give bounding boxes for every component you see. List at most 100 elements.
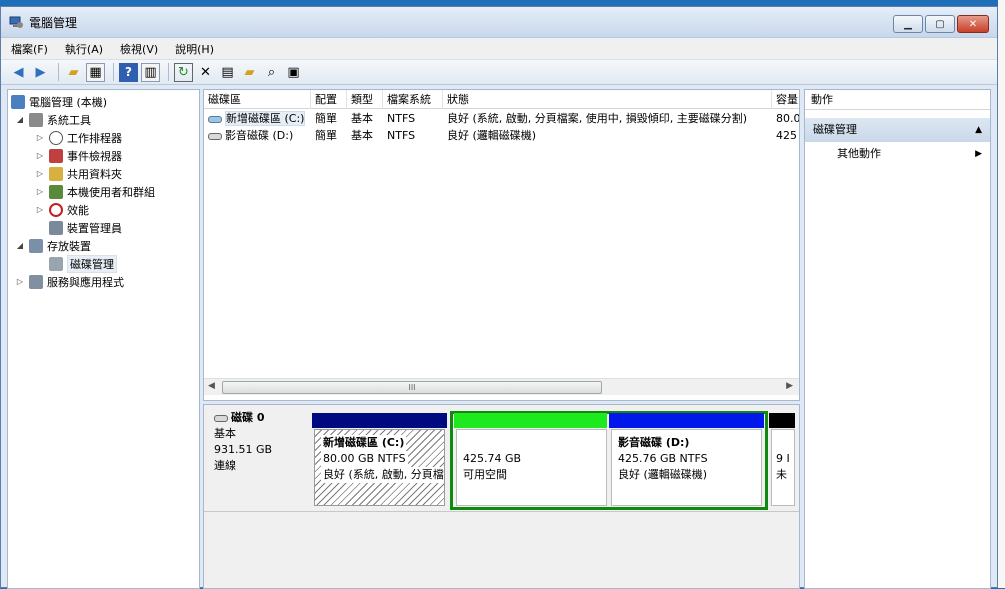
disk-title: 磁碟 0 xyxy=(214,410,308,426)
toolbar-separator xyxy=(168,63,169,81)
scroll-left-arrow-icon[interactable]: ◀ xyxy=(208,381,215,391)
delete-icon[interactable]: ✕ xyxy=(196,63,215,82)
column-volume[interactable]: 磁碟區 xyxy=(204,90,311,109)
column-layout[interactable]: 配置 xyxy=(311,90,347,109)
help-icon[interactable]: ? xyxy=(119,62,138,82)
tree-item-local-users[interactable]: ▷ 本機使用者和群組 xyxy=(35,183,155,200)
actions-header: 動作 xyxy=(805,90,990,110)
menu-help[interactable]: 說明(H) xyxy=(175,41,214,57)
collapse-up-icon[interactable]: ▲ xyxy=(975,118,982,142)
title-bar: 電腦管理 ▁ ▢ ✕ xyxy=(1,7,997,37)
maximize-button[interactable]: ▢ xyxy=(925,15,955,33)
menu-view[interactable]: 檢視(V) xyxy=(120,41,158,57)
submenu-arrow-icon: ▶ xyxy=(975,149,982,159)
window-controls: ▁ ▢ ✕ xyxy=(891,15,989,33)
minimize-button[interactable]: ▁ xyxy=(893,15,923,33)
tree-item-device-manager[interactable]: 裝置管理員 xyxy=(49,219,122,236)
actions-pane: 動作 磁碟管理 ▲ 其他動作 ▶ xyxy=(804,89,991,589)
tree-item-system-tools[interactable]: ◢ 系統工具 xyxy=(15,111,91,128)
volume-name-cell: 影音磁碟 (D:) xyxy=(204,127,311,144)
horizontal-scrollbar[interactable]: ◀ III ▶ xyxy=(204,378,799,395)
actions-section-disk-management[interactable]: 磁碟管理 ▲ xyxy=(805,118,990,142)
disk-name: 磁碟 0 xyxy=(231,411,265,424)
shared-folder-icon xyxy=(49,166,63,181)
volume-name: 影音磁碟 (D:) xyxy=(225,129,294,142)
tree-item-services[interactable]: ▷ 服務與應用程式 xyxy=(15,273,124,290)
tree-label-event-viewer: 事件檢視器 xyxy=(67,149,122,163)
expand-triangle-icon[interactable]: ▷ xyxy=(35,133,45,142)
event-viewer-icon xyxy=(49,148,63,163)
menu-file[interactable]: 檔案(F) xyxy=(11,41,48,57)
disk-info[interactable]: 磁碟 0 基本 931.51 GB 連線 xyxy=(208,410,308,505)
menu-action[interactable]: 執行(A) xyxy=(65,41,103,57)
expand-triangle-icon[interactable]: ▷ xyxy=(35,151,45,160)
graph-divider xyxy=(204,511,799,512)
expand-triangle-icon[interactable]: ▷ xyxy=(15,277,25,286)
tree-item-performance[interactable]: ▷ 效能 xyxy=(35,201,89,218)
partition-d-size: 425.76 GB NTFS xyxy=(618,452,708,465)
users-icon xyxy=(49,184,63,199)
tree-item-disk-management[interactable]: 磁碟管理 xyxy=(49,254,117,273)
partition-d-title: 影音磁碟 (D:) xyxy=(618,436,690,449)
scroll-right-arrow-icon[interactable]: ▶ xyxy=(786,381,793,391)
partition-d-box[interactable]: 影音磁碟 (D:) 425.76 GB NTFS 良好 (邏輯磁碟機) xyxy=(611,429,762,506)
properties-icon[interactable]: ▤ xyxy=(218,63,237,82)
storage-icon xyxy=(29,238,43,253)
partition-c-box[interactable]: 新增磁碟區 (C:) 80.00 GB NTFS 良好 (系統, 啟動, 分頁檔 xyxy=(314,429,445,506)
services-icon xyxy=(29,274,43,289)
computer-management-icon xyxy=(9,16,23,28)
back-arrow-icon[interactable]: ◀ xyxy=(9,63,28,82)
tree-item-task-scheduler[interactable]: ▷ 工作排程器 xyxy=(35,129,122,146)
volume-name: 新增磁碟區 (C:) xyxy=(225,111,306,126)
computer-icon xyxy=(11,94,25,109)
disk-graph-view: 磁碟 0 基本 931.51 GB 連線 新增磁碟區 (C:) 80.00 GB… xyxy=(203,404,800,589)
disk-type: 基本 xyxy=(214,427,236,440)
column-capacity[interactable]: 容量 xyxy=(772,90,799,109)
navigation-tree: 電腦管理 (本機) ◢ 系統工具 ▷ 工作排程器 ▷ 事件檢視器 ▷ 共用資料夾… xyxy=(7,89,200,589)
window-title: 電腦管理 xyxy=(29,15,78,30)
tree-item-root[interactable]: 電腦管理 (本機) xyxy=(11,93,107,110)
open-folder-icon[interactable]: ▰ xyxy=(240,63,259,82)
unallocated-box[interactable]: 9 I 未 xyxy=(771,429,795,506)
tree-item-shared-folders[interactable]: ▷ 共用資料夾 xyxy=(35,165,122,182)
tree-label-disk-management: 磁碟管理 xyxy=(67,254,117,273)
disk-management-icon xyxy=(49,256,63,271)
show-hide-tree-icon[interactable]: ▦ xyxy=(86,62,105,82)
close-button[interactable]: ✕ xyxy=(957,15,989,33)
computer-management-window: 電腦管理 ▁ ▢ ✕ 檔案(F) 執行(A) 檢視(V) 說明(H) ◀ ▶ ▰… xyxy=(0,6,998,589)
expand-triangle-icon[interactable]: ▷ xyxy=(35,169,45,178)
expand-triangle-icon[interactable]: ▷ xyxy=(35,205,45,214)
scroll-thumb[interactable]: III xyxy=(222,381,602,394)
refresh-icon[interactable]: ↻ xyxy=(174,62,193,82)
tree-item-event-viewer[interactable]: ▷ 事件檢視器 xyxy=(35,147,122,164)
search-icon[interactable]: ⌕ xyxy=(262,63,281,82)
column-status[interactable]: 狀態 xyxy=(443,90,772,109)
partition-c-status: 良好 (系統, 啟動, 分頁檔 xyxy=(321,467,444,483)
collapse-triangle-icon[interactable]: ◢ xyxy=(15,115,25,124)
column-type[interactable]: 類型 xyxy=(347,90,383,109)
tree-label-performance: 效能 xyxy=(67,203,89,217)
free-space-box[interactable]: 425.74 GB 可用空間 xyxy=(456,429,607,506)
capacity-cell: 80.0 xyxy=(776,112,800,125)
unallocated-status: 未 xyxy=(776,468,787,481)
type-cell: 基本 xyxy=(351,112,373,125)
more-actions-item[interactable]: 其他動作 ▶ xyxy=(805,144,990,164)
table-row[interactable]: 影音磁碟 (D:) 簡單 基本 NTFS 良好 (邏輯磁碟機) 425 xyxy=(204,127,799,144)
desktop-edge xyxy=(998,0,1005,588)
partition-d-status: 良好 (邏輯磁碟機) xyxy=(618,468,708,481)
forward-arrow-icon[interactable]: ▶ xyxy=(31,63,50,82)
show-hide-action-pane-icon[interactable]: ▥ xyxy=(141,62,160,82)
tree-item-storage[interactable]: ◢ 存放裝置 xyxy=(15,237,91,254)
up-folder-icon[interactable]: ▰ xyxy=(64,63,83,82)
expand-triangle-icon[interactable]: ▷ xyxy=(35,187,45,196)
tree-label-task-scheduler: 工作排程器 xyxy=(67,131,122,145)
settings-icon[interactable]: ▣ xyxy=(284,63,303,82)
partition-c-bar xyxy=(312,413,447,428)
tree-label-system-tools: 系統工具 xyxy=(47,113,91,127)
type-cell: 基本 xyxy=(351,129,373,142)
toolbar-separator xyxy=(58,63,59,81)
table-row[interactable]: 新增磁碟區 (C:) 簡單 基本 NTFS 良好 (系統, 啟動, 分頁檔案, … xyxy=(204,110,799,127)
column-filesystem[interactable]: 檔案系統 xyxy=(383,90,443,109)
collapse-triangle-icon[interactable]: ◢ xyxy=(15,241,25,250)
tree-label-device-manager: 裝置管理員 xyxy=(67,221,122,235)
